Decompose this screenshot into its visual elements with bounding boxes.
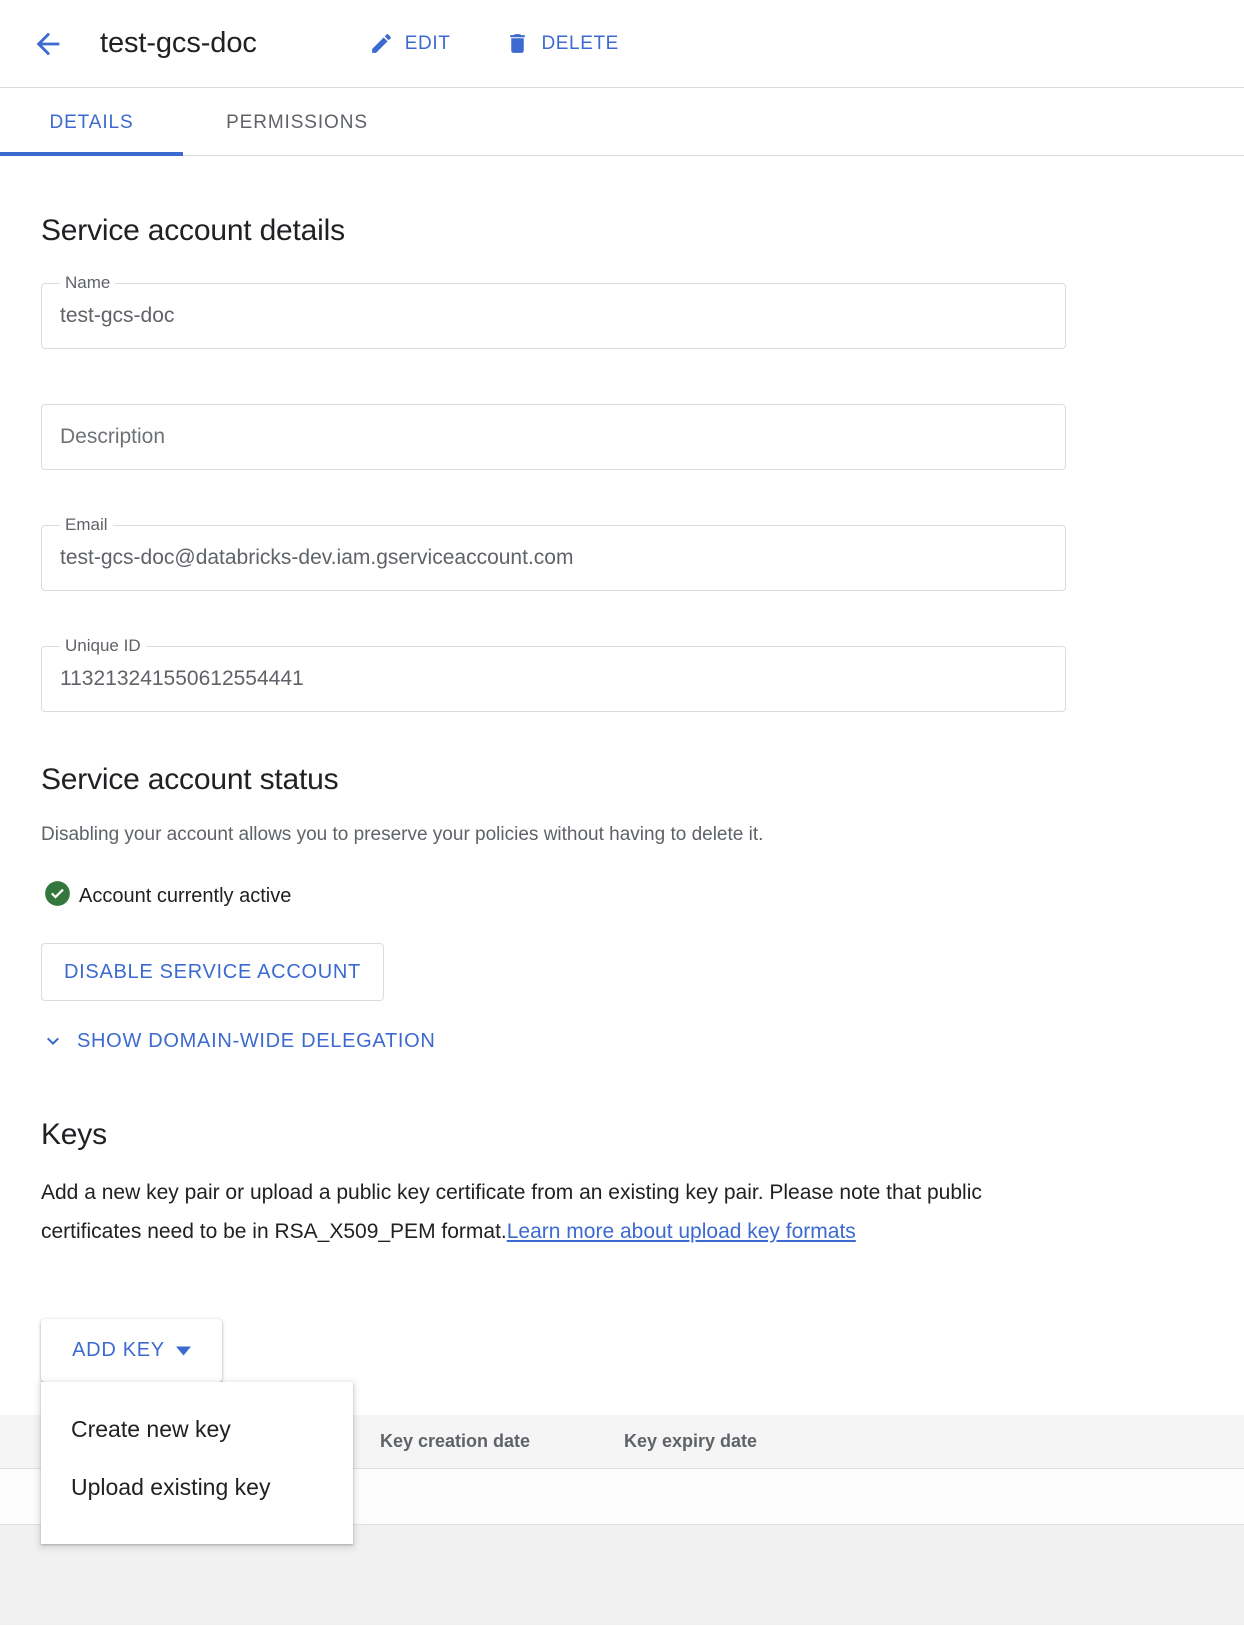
page-title: test-gcs-doc bbox=[100, 27, 257, 59]
learn-more-upload-key-formats-link[interactable]: Learn more about upload key formats bbox=[507, 1220, 856, 1243]
back-button[interactable] bbox=[24, 20, 72, 68]
unique-id-field-value: 113213241550612554441 bbox=[60, 667, 304, 690]
chevron-down-icon bbox=[41, 1029, 65, 1053]
keys-table-col-creation-date: Key creation date bbox=[380, 1431, 531, 1451]
name-field-value: test-gcs-doc bbox=[60, 304, 175, 327]
arrow-left-icon bbox=[31, 27, 65, 61]
status-description: Disabling your account allows you to pre… bbox=[41, 824, 764, 845]
header-actions: EDIT DELETE bbox=[369, 31, 619, 56]
trash-icon bbox=[505, 31, 530, 56]
description-field-placeholder: Description bbox=[60, 425, 166, 448]
disable-service-account-button[interactable]: DISABLE SERVICE ACCOUNT bbox=[41, 943, 384, 1001]
delete-button[interactable]: DELETE bbox=[505, 31, 619, 56]
status-badge-label: Account currently active bbox=[79, 884, 292, 907]
unique-id-field[interactable]: Unique ID 113213241550612554441 bbox=[41, 636, 1066, 712]
delete-button-label: DELETE bbox=[541, 32, 619, 54]
tab-details[interactable]: DETAILS bbox=[0, 89, 183, 156]
menu-item-create-new-key[interactable]: Create new key bbox=[41, 1400, 353, 1458]
keys-table-col-expiry-date: Key expiry date bbox=[624, 1431, 758, 1451]
tab-permissions[interactable]: PERMISSIONS bbox=[183, 89, 411, 156]
add-key-dropdown-menu: Create new key Upload existing key bbox=[41, 1382, 353, 1544]
service-account-status-heading: Service account status bbox=[41, 763, 339, 796]
tab-active-indicator bbox=[0, 152, 183, 156]
edit-button-label: EDIT bbox=[404, 32, 451, 54]
email-field[interactable]: Email test-gcs-doc@databricks-dev.iam.gs… bbox=[41, 515, 1066, 591]
add-key-button-label: ADD KEY bbox=[72, 1339, 165, 1361]
name-field[interactable]: Name test-gcs-doc bbox=[41, 273, 1066, 349]
page-header: test-gcs-doc EDIT DELETE bbox=[0, 0, 1244, 88]
check-circle-icon bbox=[44, 880, 71, 912]
service-account-details-heading: Service account details bbox=[41, 214, 345, 247]
show-domain-wide-delegation-link[interactable]: SHOW DOMAIN-WIDE DELEGATION bbox=[41, 1029, 436, 1053]
keys-description: Add a new key pair or upload a public ke… bbox=[41, 1173, 986, 1251]
tab-bar: DETAILS PERMISSIONS bbox=[0, 89, 1244, 156]
keys-heading: Keys bbox=[41, 1118, 107, 1151]
email-field-value: test-gcs-doc@databricks-dev.iam.gservice… bbox=[60, 546, 574, 569]
edit-button[interactable]: EDIT bbox=[369, 31, 451, 56]
description-field[interactable]: Description bbox=[41, 404, 1066, 470]
show-domain-wide-delegation-label: SHOW DOMAIN-WIDE DELEGATION bbox=[77, 1029, 436, 1052]
add-key-button[interactable]: ADD KEY bbox=[41, 1319, 222, 1382]
pencil-icon bbox=[369, 31, 394, 56]
status-badge: Account currently active bbox=[44, 880, 291, 912]
caret-down-icon bbox=[175, 1346, 191, 1356]
menu-item-upload-existing-key[interactable]: Upload existing key bbox=[41, 1458, 353, 1516]
